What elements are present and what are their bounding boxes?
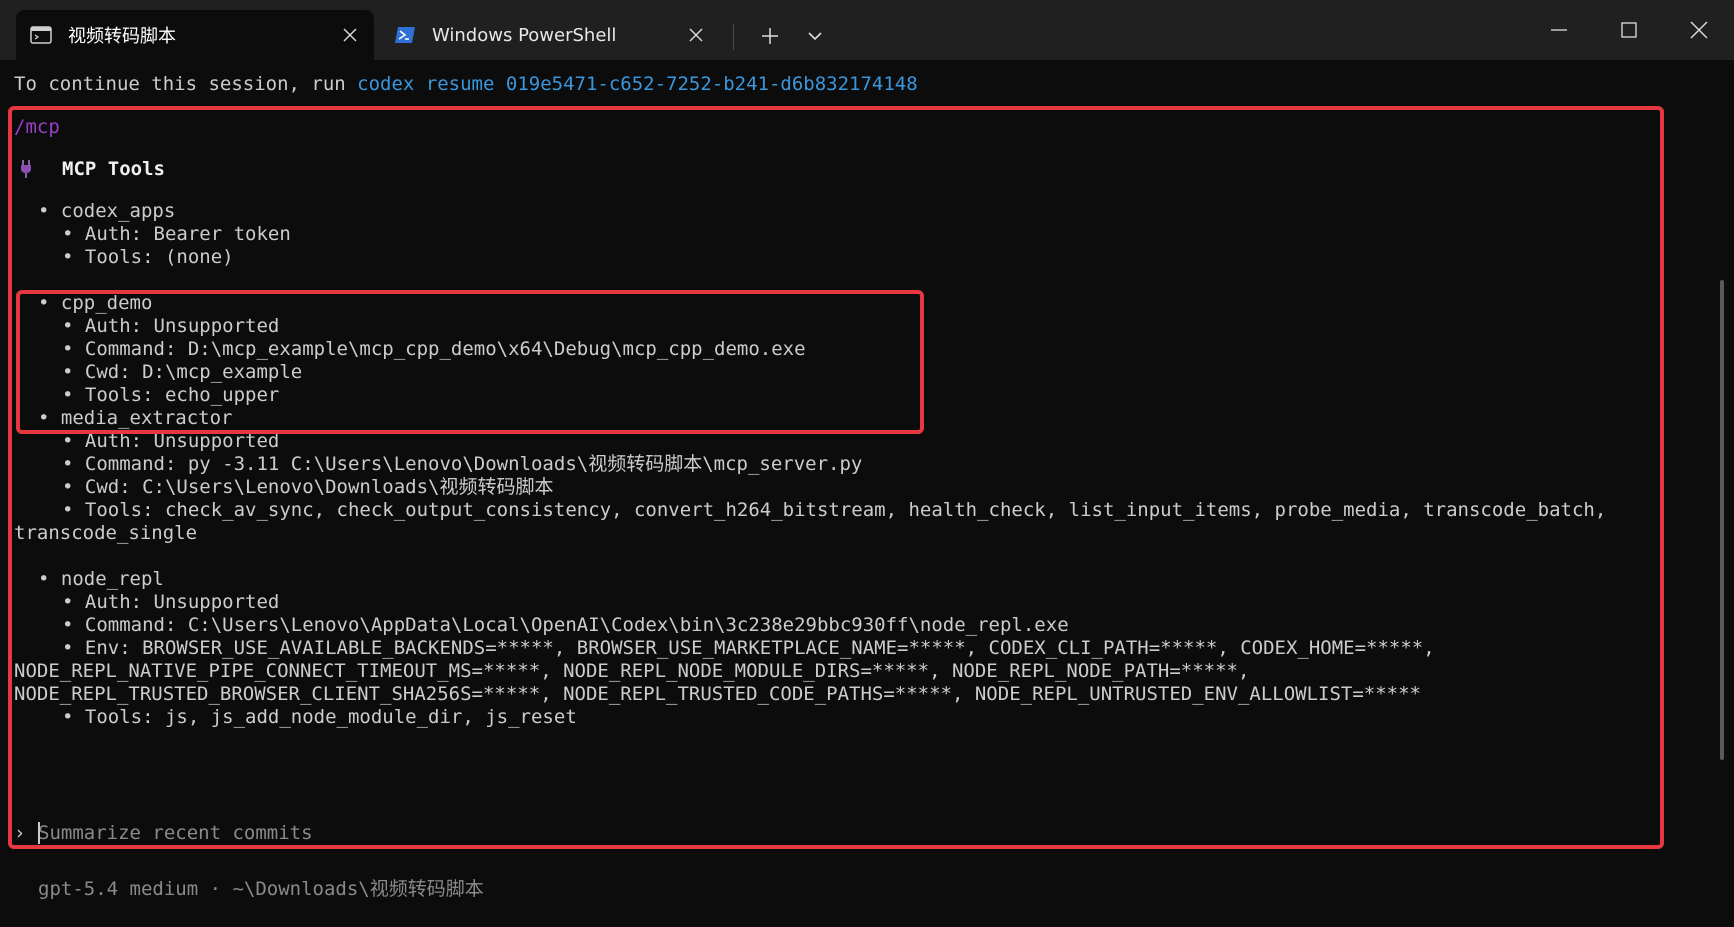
tab-video-transcode[interactable]: 视频转码脚本: [16, 10, 374, 60]
highlight-box-cpp-demo: [16, 290, 924, 434]
tab-label: Windows PowerShell: [432, 24, 617, 46]
minimize-button[interactable]: [1524, 0, 1594, 60]
minimize-icon: [1551, 29, 1567, 31]
scrollbar[interactable]: [1720, 280, 1724, 760]
terminal-icon: [30, 26, 52, 44]
tab-close-button[interactable]: [678, 17, 714, 53]
chevron-down-icon: [808, 32, 822, 41]
resume-command: codex resume 019e5471-c652-7252-b241-d6b…: [357, 73, 918, 95]
status-line: gpt-5.4 medium · ~\Downloads\视频转码脚本: [38, 878, 484, 900]
close-icon: [343, 28, 357, 42]
powershell-icon: [395, 27, 415, 43]
title-bar: 视频转码脚本 Windows PowerShell: [0, 0, 1734, 60]
tab-close-button[interactable]: [332, 17, 368, 53]
tab-windows-powershell[interactable]: Windows PowerShell: [380, 10, 720, 60]
close-window-button[interactable]: [1664, 0, 1734, 60]
close-icon: [689, 28, 703, 42]
highlight-box-mcp-output: [8, 106, 1664, 849]
resume-hint-text: To continue this session, run: [14, 73, 358, 95]
close-icon: [1690, 21, 1708, 39]
tab-label: 视频转码脚本: [68, 26, 176, 47]
new-tab-button[interactable]: [750, 16, 790, 56]
plus-icon: [762, 28, 778, 44]
maximize-icon: [1621, 22, 1637, 38]
tab-separator: [733, 24, 734, 50]
resume-hint: To continue this session, run codex resu…: [14, 73, 918, 96]
tab-dropdown-button[interactable]: [795, 16, 835, 56]
maximize-button[interactable]: [1594, 0, 1664, 60]
